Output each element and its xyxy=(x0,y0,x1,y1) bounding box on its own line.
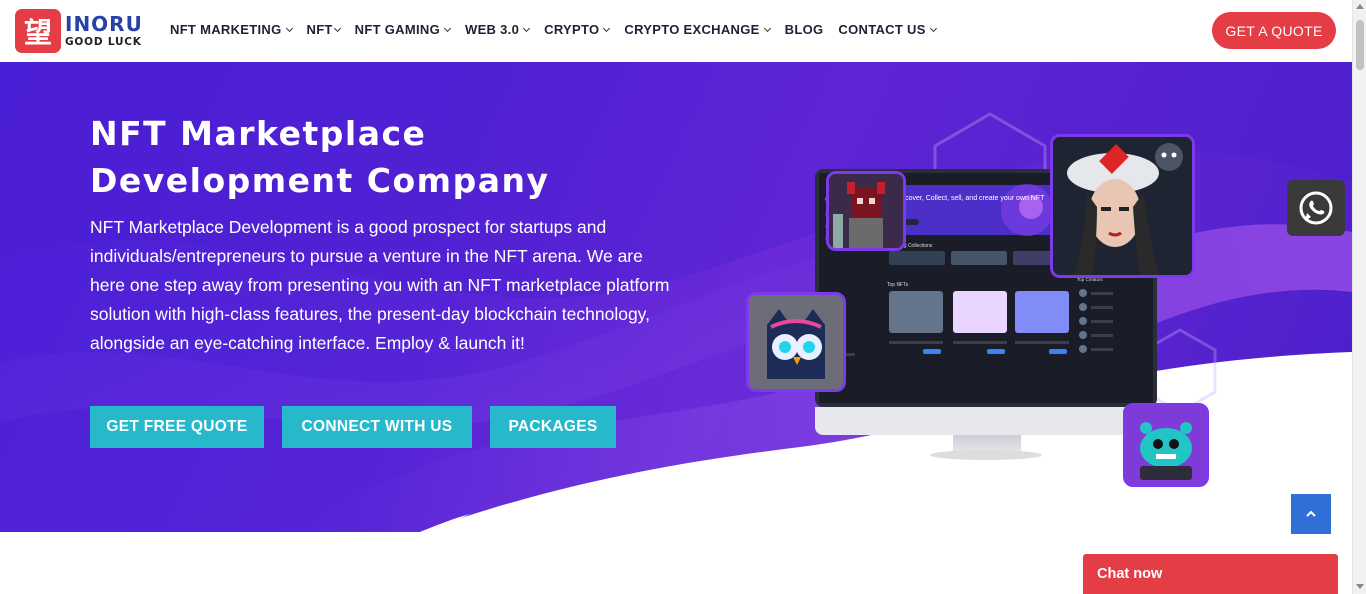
nav-item-blog[interactable]: BLOG xyxy=(785,22,824,37)
scroll-to-top-button[interactable] xyxy=(1291,494,1331,534)
nav-item-crypto-exchange[interactable]: CRYPTO EXCHANGE xyxy=(624,22,771,37)
nft-card-girl-portrait xyxy=(1050,134,1195,278)
nav-item-nft-marketing[interactable]: NFT MARKETING xyxy=(170,22,293,37)
chevron-down-icon xyxy=(929,24,937,32)
scrollbar-thumb[interactable] xyxy=(1356,20,1364,70)
get-a-quote-button[interactable]: GET A QUOTE xyxy=(1212,12,1336,49)
chevron-down-icon xyxy=(523,24,531,32)
logo-tagline: GOOD LUCK xyxy=(65,36,142,49)
scroll-down-arrow-icon[interactable] xyxy=(1356,584,1364,589)
nft-card-monster xyxy=(1123,403,1209,487)
chevron-down-icon xyxy=(285,24,293,32)
get-free-quote-button[interactable]: GET FREE QUOTE xyxy=(90,406,264,448)
hero-description: NFT Marketplace Development is a good pr… xyxy=(90,217,670,353)
nav-item-nft-gaming[interactable]: NFT GAMING xyxy=(355,22,452,37)
nav-item-nft[interactable]: NFT xyxy=(307,22,341,37)
logo-mark: 望 xyxy=(15,9,61,53)
chevron-down-icon xyxy=(603,24,611,32)
main-nav: NFT MARKETING NFT NFT GAMING WEB 3.0 CRY… xyxy=(170,22,937,37)
chat-now-button[interactable]: Chat now xyxy=(1083,554,1338,594)
hero-title: NFT Marketplace Development Company xyxy=(90,114,550,200)
chevron-down-icon xyxy=(763,24,771,32)
whatsapp-button[interactable] xyxy=(1287,180,1345,236)
connect-with-us-button[interactable]: CONNECT WITH US xyxy=(282,406,472,448)
monitor-base xyxy=(930,450,1042,460)
page-scrollbar[interactable] xyxy=(1352,0,1366,594)
chevron-down-icon xyxy=(443,24,452,32)
mockup-banner-text: Discover, Collect, sell, and create your… xyxy=(895,195,1045,202)
packages-button[interactable]: PACKAGES xyxy=(490,406,616,448)
chevron-up-icon xyxy=(1306,510,1316,517)
nav-item-crypto[interactable]: CRYPTO xyxy=(544,22,611,37)
whatsapp-icon xyxy=(1299,191,1333,225)
nft-card-owl xyxy=(746,292,846,392)
chevron-down-icon xyxy=(333,24,341,32)
nav-item-web3[interactable]: WEB 3.0 xyxy=(465,22,531,37)
monitor-chin xyxy=(815,407,1157,435)
logo[interactable]: 望 INORU GOOD LUCK xyxy=(15,9,143,53)
logo-name: INORU xyxy=(65,12,143,37)
nav-item-contact-us[interactable]: CONTACT US xyxy=(838,22,937,37)
mockup-section-top-nfts: Top NFTs xyxy=(887,282,909,288)
scroll-up-arrow-icon[interactable] xyxy=(1356,4,1364,9)
nft-card-pixel-character xyxy=(826,171,906,251)
page: 望 INORU GOOD LUCK NFT MARKETING NFT NFT … xyxy=(0,0,1366,594)
site-header: 望 INORU GOOD LUCK NFT MARKETING NFT NFT … xyxy=(0,0,1352,62)
